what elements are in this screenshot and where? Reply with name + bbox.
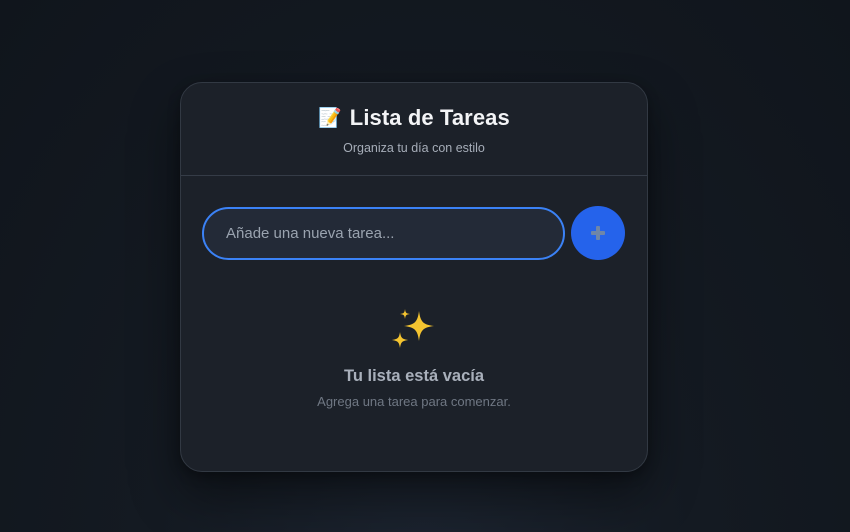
- page-subtitle: Organiza tu día con estilo: [343, 141, 485, 155]
- page-title: Lista de Tareas: [349, 105, 510, 130]
- empty-state-title: Tu lista está vacía: [343, 367, 485, 385]
- empty-state: Tu lista está vacía Agrega una tarea par…: [181, 305, 647, 409]
- sparkles-icon: [392, 309, 434, 348]
- title-row: 📝 Lista de Tareas: [181, 105, 647, 131]
- memo-icon: 📝: [318, 107, 342, 129]
- new-task-form: [202, 206, 625, 260]
- todo-card: 📝 Lista de Tareas Organiza tu día con es…: [180, 82, 648, 472]
- card-header: 📝 Lista de Tareas Organiza tu día con es…: [181, 83, 647, 176]
- plus-icon: [591, 226, 605, 240]
- add-task-button[interactable]: [571, 206, 625, 260]
- new-task-input[interactable]: [202, 206, 565, 260]
- empty-state-subtitle: Agrega una tarea para comenzar.: [317, 394, 511, 409]
